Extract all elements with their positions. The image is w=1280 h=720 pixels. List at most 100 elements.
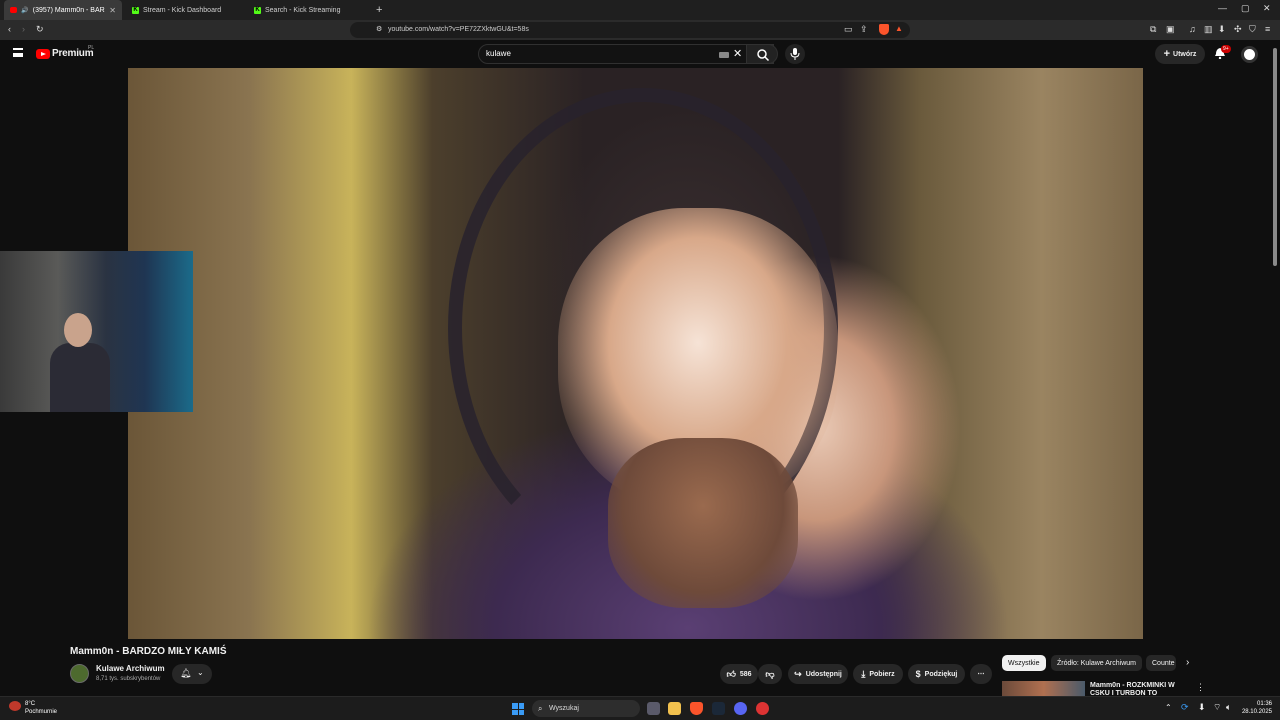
new-tab-button[interactable]: + <box>370 0 388 20</box>
chip-source-channel[interactable]: Źródło: Kulawe Archiwum <box>1051 655 1142 671</box>
microphone-icon <box>790 48 800 60</box>
weather-temp: 8°C <box>25 701 36 707</box>
keyboard-icon[interactable] <box>719 52 729 58</box>
webcam-person-body <box>50 343 110 412</box>
extension-icon[interactable]: ⧉ <box>1150 25 1156 34</box>
close-tab-icon[interactable]: ✕ <box>109 6 116 15</box>
weather-widget[interactable]: 8°C Pochmurnie <box>25 700 57 716</box>
minimize-button[interactable]: — <box>1218 3 1227 13</box>
system-clock[interactable]: 01:36 28.10.2025 <box>1240 700 1272 716</box>
youtube-header: Premium PL kulawe ✕ + Utwórz 9+ <box>0 40 1280 68</box>
browser-menu-icon[interactable]: ≡ <box>1265 25 1270 34</box>
maximize-button[interactable]: ▢ <box>1241 3 1250 14</box>
kick-favicon-icon: K <box>132 6 139 14</box>
music-icon[interactable]: ♫ <box>1189 25 1196 34</box>
search-button[interactable] <box>746 44 778 64</box>
create-button[interactable]: + Utwórz <box>1155 44 1205 64</box>
windows-start-icon[interactable] <box>512 703 524 715</box>
forward-icon[interactable]: › <box>22 25 25 34</box>
like-button[interactable]: 👍︎ 586 <box>720 664 758 684</box>
channel-avatar[interactable] <box>70 664 89 683</box>
tray-expand-icon[interactable]: ⌃ <box>1165 703 1172 712</box>
tab-label: Search - Kick Streaming <box>265 6 341 14</box>
related-video-thumbnail[interactable] <box>1002 681 1085 696</box>
chip-all[interactable]: Wszystkie <box>1002 655 1046 671</box>
subscriber-count: 8,71 tys. subskrybentów <box>96 676 161 682</box>
beard <box>608 438 798 608</box>
thanks-button[interactable]: $ Podziękuj <box>908 664 965 684</box>
bell-icon: 🔔︎ <box>180 668 192 678</box>
close-window-button[interactable]: ✕ <box>1263 3 1271 14</box>
windows-taskbar: 8°C Pochmurnie ⌕ Wyszukaj ⌃ ⟳ ⬇ ⌔ 🔈︎ 01:… <box>0 696 1280 720</box>
notifications-badge: 9+ <box>1221 45 1231 53</box>
wallet-icon[interactable]: ▣ <box>1166 25 1175 34</box>
subscription-bell-button[interactable]: 🔔︎ ⌄ <box>172 664 212 684</box>
back-icon[interactable]: ‹ <box>8 25 11 34</box>
brave-rewards-icon[interactable]: ▲ <box>895 25 903 33</box>
downloads-icon[interactable]: ⬇ <box>1218 25 1226 34</box>
task-view-icon[interactable] <box>647 702 660 715</box>
browser-tab-bar: 🔊 (3957) Mamm0n - BARDZO M ✕ K Stream - … <box>0 0 1280 20</box>
more-actions-button[interactable]: ⋯ <box>970 664 992 684</box>
voice-search-button[interactable] <box>785 44 805 64</box>
address-bar[interactable]: ⚙ youtube.com/watch?v=PE72ZXktwGU&t=58s <box>350 22 910 38</box>
region-label: PL <box>88 45 95 51</box>
clock-time: 01:36 <box>1256 701 1272 707</box>
sidebar-icon[interactable]: ▥ <box>1204 25 1213 34</box>
file-explorer-icon[interactable] <box>668 702 681 715</box>
related-more-icon[interactable]: ⋮ <box>1196 682 1205 693</box>
tab-kick-dashboard[interactable]: K Stream - Kick Dashboard <box>126 0 244 20</box>
thumbs-up-icon: 👍︎ <box>726 668 736 679</box>
speaker-icon: 🔊 <box>21 7 29 14</box>
tab-kick-search[interactable]: K Search - Kick Streaming <box>248 0 366 20</box>
steam-icon[interactable] <box>712 702 725 715</box>
puzzle-icon[interactable]: ✣ <box>1234 25 1242 34</box>
site-info-icon[interactable]: ⚙ <box>376 26 382 33</box>
download-button[interactable]: ⤓ Pobierz <box>853 664 903 684</box>
search-icon <box>757 49 770 62</box>
weather-icon[interactable] <box>9 701 21 711</box>
tray-download-icon[interactable]: ⬇ <box>1198 702 1206 713</box>
webcam-person-face <box>64 313 92 347</box>
kick-favicon-icon: K <box>254 6 261 14</box>
channel-name[interactable]: Kulawe Archiwum <box>96 664 165 673</box>
video-player[interactable] <box>128 68 1143 639</box>
vpn-icon[interactable]: ⛉ <box>1249 25 1256 34</box>
taskbar-search-placeholder: Wyszukaj <box>549 705 579 712</box>
chevron-right-icon[interactable]: › <box>1186 657 1189 668</box>
share-page-icon[interactable]: ⇪ <box>860 25 868 34</box>
share-arrow-icon: ↪ <box>794 668 802 679</box>
clear-search-icon[interactable]: ✕ <box>733 47 742 60</box>
tray-app-icon[interactable]: ⟳ <box>1181 702 1189 713</box>
more-icon: ⋯ <box>977 671 985 678</box>
url-text: youtube.com/watch?v=PE72ZXktwGU&t=58s <box>388 26 529 33</box>
reload-icon[interactable]: ↻ <box>36 25 44 34</box>
volume-icon[interactable]: 🔈︎ <box>1226 702 1231 713</box>
clock-date: 28.10.2025 <box>1241 709 1272 715</box>
page-scrollbar[interactable] <box>1273 48 1277 266</box>
cast-icon[interactable]: ▭ <box>844 25 853 34</box>
weather-desc: Pochmurnie <box>25 709 58 715</box>
share-button[interactable]: ↪ Udostępnij <box>788 664 848 684</box>
brave-browser-icon[interactable] <box>690 702 703 715</box>
taskbar-search[interactable]: ⌕ Wyszukaj <box>532 700 640 717</box>
download-label: Pobierz <box>869 670 895 678</box>
youtube-logo-icon[interactable] <box>36 49 50 59</box>
brave-shields-icon[interactable] <box>879 24 889 35</box>
like-count: 586 <box>739 670 752 678</box>
avatar[interactable] <box>1241 46 1258 63</box>
thumbs-down-icon: 👎︎ <box>765 668 775 679</box>
tab-label: (3957) Mamm0n - BARDZO M <box>32 6 106 14</box>
download-icon: ⤓ <box>861 668 866 679</box>
tab-youtube[interactable]: 🔊 (3957) Mamm0n - BARDZO M ✕ <box>4 0 122 20</box>
discord-icon[interactable] <box>734 702 747 715</box>
wifi-icon[interactable]: ⌔ <box>1213 702 1221 713</box>
super-thanks-icon: $ <box>915 669 921 679</box>
app-icon[interactable] <box>756 702 769 715</box>
chip-counter[interactable]: Counte <box>1146 655 1176 671</box>
search-input[interactable]: kulawe ✕ <box>478 44 774 64</box>
related-video-title[interactable]: Mamm0n - ROZKMINKI W CSKU I TURBON TO EN… <box>1090 682 1182 696</box>
hamburger-menu-icon[interactable] <box>13 48 23 57</box>
webcam-overlay <box>0 251 193 412</box>
dislike-button[interactable]: 👎︎ <box>758 664 782 684</box>
